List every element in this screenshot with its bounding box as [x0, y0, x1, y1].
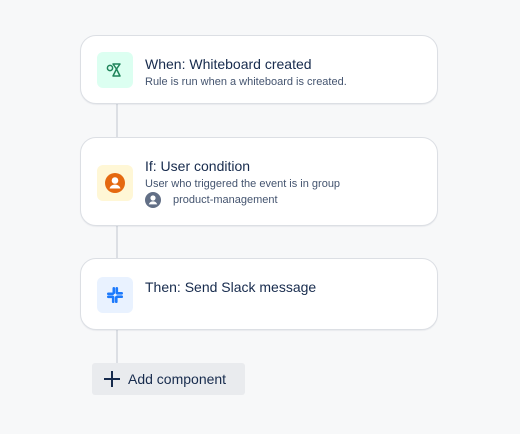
trigger-description: Rule is run when a whiteboard is created…: [145, 76, 347, 88]
flow-connector: [116, 104, 118, 138]
action-icon-tile: [97, 277, 133, 313]
slack-icon: [107, 287, 123, 303]
add-component-button[interactable]: Add component: [92, 363, 245, 395]
group-tag: product-management: [145, 192, 278, 208]
group-name: product-management: [173, 194, 278, 206]
trigger-title: When: Whiteboard created: [145, 56, 312, 72]
plus-icon: [104, 371, 120, 387]
flow-connector: [116, 225, 118, 259]
trigger-card[interactable]: When: Whiteboard created Rule is run whe…: [80, 35, 438, 104]
condition-icon-tile: [97, 165, 133, 201]
condition-title: If: User condition: [145, 158, 251, 174]
user-circle-icon: [105, 173, 125, 193]
rule-builder-canvas: When: Whiteboard created Rule is run whe…: [0, 0, 520, 434]
group-avatar-icon: [145, 192, 161, 208]
trigger-icon-tile: [97, 52, 133, 88]
flow-connector: [116, 330, 118, 364]
add-component-label: Add component: [128, 371, 227, 387]
action-title: Then: Send Slack message: [145, 279, 317, 295]
action-card[interactable]: Then: Send Slack message: [80, 258, 438, 330]
condition-card[interactable]: If: User condition User who triggered th…: [80, 137, 438, 226]
whiteboard-shapes-icon: [106, 63, 121, 77]
condition-description: User who triggered the event is in group: [145, 178, 341, 190]
